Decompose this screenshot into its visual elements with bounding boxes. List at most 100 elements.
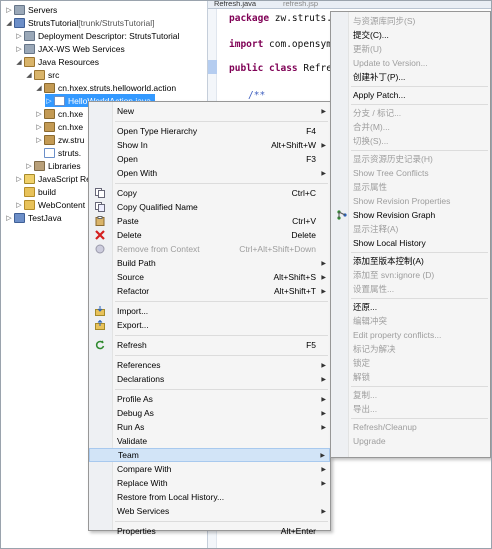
menu-item-open-with[interactable]: Open With ▶ — [89, 166, 330, 180]
expand-arrow-icon[interactable]: ▷ — [5, 6, 13, 14]
menu-item-item[interactable]: 设置属性... — [331, 282, 490, 296]
menu-item-item[interactable]: 还原... — [331, 300, 490, 314]
menu-item-debug-as[interactable]: Debug As ▶ — [89, 406, 330, 420]
code-line-import[interactable]: import com.opensymp — [229, 39, 338, 50]
menu-item-item[interactable]: 导出... — [331, 402, 490, 416]
menu-item-item[interactable]: 编辑冲突 — [331, 314, 490, 328]
menu-item-properties[interactable]: Properties Alt+Enter — [89, 524, 330, 538]
tab-refresh-jsp[interactable]: refresh.jsp — [283, 1, 318, 8]
expand-arrow-icon[interactable]: ▷ — [15, 175, 23, 183]
menu-item-label: Delete — [117, 230, 142, 240]
menu-item-item[interactable]: 锁定 — [331, 356, 490, 370]
submenu-arrow-icon: ▶ — [321, 376, 326, 383]
menu-item-replace-with[interactable]: Replace With ▶ — [89, 476, 330, 490]
expand-arrow-icon[interactable]: ▷ — [35, 123, 43, 131]
menu-item-paste[interactable]: Paste Ctrl+V — [89, 214, 330, 228]
tree-item-build[interactable]: build — [15, 185, 56, 198]
tree-item-src[interactable]: ◢ src — [25, 68, 59, 81]
menu-item-open[interactable]: Open F3 — [89, 152, 330, 166]
menu-item-h[interactable]: 显示资源历史记录(H) — [331, 152, 490, 166]
expand-arrow-icon[interactable]: ▷ — [15, 201, 23, 209]
menu-item-upgrade[interactable]: Upgrade — [331, 434, 490, 448]
tree-item-package-2[interactable]: ▷ cn.hxe — [35, 107, 83, 120]
menu-item-source[interactable]: Source Alt+Shift+S ▶ — [89, 270, 330, 284]
tree-item-strutstutorial[interactable]: ◢ StrutsTutorial [trunk/StrutsTutorial] — [5, 16, 154, 29]
menu-item-build-path[interactable]: Build Path ▶ — [89, 256, 330, 270]
tree-item-webcontent[interactable]: ▷ WebContent — [15, 198, 85, 211]
menu-item-a[interactable]: 添加至版本控制(A) — [331, 254, 490, 268]
menu-item-p[interactable]: 创建补丁(P)... — [331, 70, 490, 84]
menu-item-update-to-version[interactable]: Update to Version... — [331, 56, 490, 70]
menu-item-profile-as[interactable]: Profile As ▶ — [89, 392, 330, 406]
package-icon — [44, 134, 55, 145]
menu-item-s[interactable]: 与资源库同步(S) — [331, 14, 490, 28]
expand-arrow-icon[interactable]: ▷ — [5, 214, 13, 222]
expand-arrow-icon[interactable]: ▷ — [15, 45, 23, 53]
menu-item-show-in[interactable]: Show In Alt+Shift+W ▶ — [89, 138, 330, 152]
collapse-arrow-icon[interactable]: ◢ — [35, 84, 43, 92]
menu-item-restore-from-local-history[interactable]: Restore from Local History... — [89, 490, 330, 504]
menu-item-refactor[interactable]: Refactor Alt+Shift+T ▶ — [89, 284, 330, 298]
menu-item-m[interactable]: 合并(M)... — [331, 120, 490, 134]
menu-item-compare-with[interactable]: Compare With ▶ — [89, 462, 330, 476]
menu-item-svn-ignore-d[interactable]: 添加至 svn:ignore (D) — [331, 268, 490, 282]
menu-item-s[interactable]: 切换(S)... — [331, 134, 490, 148]
menu-item-item[interactable]: 显示属性 — [331, 180, 490, 194]
menu-item-item[interactable]: 复制... — [331, 388, 490, 402]
menu-item-apply-patch[interactable]: Apply Patch... — [331, 88, 490, 102]
menu-item-copy[interactable]: Copy Ctrl+C — [89, 186, 330, 200]
tree-item-struts-xml[interactable]: struts. — [35, 146, 81, 159]
expand-arrow-icon[interactable]: ▷ — [25, 162, 33, 170]
menu-item-show-revision-graph[interactable]: Show Revision Graph — [331, 208, 490, 222]
menu-item-item[interactable]: 标记为解决 — [331, 342, 490, 356]
menu-item-team[interactable]: Team ▶ — [89, 448, 330, 462]
menu-item-references[interactable]: References ▶ — [89, 358, 330, 372]
code-line-comment[interactable]: /** — [248, 90, 265, 101]
tree-item-deployment-descriptor[interactable]: ▷ Deployment Descriptor: StrutsTutorial — [15, 29, 179, 42]
tab-refresh-java[interactable]: Refresh.java — [214, 1, 256, 8]
current-line-marker — [208, 60, 217, 74]
menu-item-declarations[interactable]: Declarations ▶ — [89, 372, 330, 386]
menu-item-label: Team — [118, 450, 139, 460]
tree-item-javascript[interactable]: ▷ JavaScript Re — [15, 172, 91, 185]
menu-item-remove-from-context[interactable]: Remove from Context Ctrl+Alt+Shift+Down — [89, 242, 330, 256]
tree-item-libraries[interactable]: ▷ Libraries — [25, 159, 81, 172]
menu-item-edit-property-conflicts[interactable]: Edit property conflicts... — [331, 328, 490, 342]
tree-item-package-action[interactable]: ◢ cn.hxex.struts.helloworld.action — [35, 81, 176, 94]
collapse-arrow-icon[interactable]: ◢ — [25, 71, 33, 79]
menu-item-run-as[interactable]: Run As ▶ — [89, 420, 330, 434]
menu-item-export[interactable]: Export... — [89, 318, 330, 332]
expand-arrow-icon[interactable]: ▷ — [45, 97, 53, 105]
menu-item-item[interactable]: 分支 / 标记... — [331, 106, 490, 120]
tree-item-package-3[interactable]: ▷ cn.hxe — [35, 120, 83, 133]
menu-item-show-local-history[interactable]: Show Local History — [331, 236, 490, 250]
tree-item-java-resources[interactable]: ◢ Java Resources — [15, 55, 99, 68]
expand-arrow-icon[interactable]: ▷ — [35, 136, 43, 144]
menu-item-item[interactable]: 解锁 — [331, 370, 490, 384]
menu-item-refresh-cleanup[interactable]: Refresh/Cleanup — [331, 420, 490, 434]
expand-arrow-icon[interactable]: ▷ — [35, 110, 43, 118]
menu-item-refresh[interactable]: Refresh F5 — [89, 338, 330, 352]
collapse-arrow-icon[interactable]: ◢ — [15, 58, 23, 66]
menu-item-new[interactable]: New ▶ — [89, 104, 330, 118]
menu-item-delete[interactable]: Delete Delete — [89, 228, 330, 242]
collapse-arrow-icon[interactable]: ◢ — [5, 19, 13, 27]
menu-item-open-type-hierarchy[interactable]: Open Type Hierarchy F4 — [89, 124, 330, 138]
menu-item-c[interactable]: 提交(C)... — [331, 28, 490, 42]
menu-item-validate[interactable]: Validate — [89, 434, 330, 448]
code-line-class[interactable]: public class Refre — [229, 63, 332, 74]
code-line-package[interactable]: package zw.struts.r — [229, 13, 338, 24]
menu-item-a[interactable]: 显示注释(A) — [331, 222, 490, 236]
tree-item-jaxws[interactable]: ▷ JAX-WS Web Services — [15, 42, 125, 55]
menu-item-import[interactable]: Import... — [89, 304, 330, 318]
menu-item-u[interactable]: 更新(U) — [331, 42, 490, 56]
menu-item-label: Update to Version... — [353, 58, 428, 68]
menu-item-web-services[interactable]: Web Services ▶ — [89, 504, 330, 518]
tree-item-testjava[interactable]: ▷ TestJava — [5, 211, 62, 224]
menu-item-copy-qualified-name[interactable]: Copy Qualified Name — [89, 200, 330, 214]
menu-item-show-tree-conflicts[interactable]: Show Tree Conflicts — [331, 166, 490, 180]
expand-arrow-icon[interactable]: ▷ — [15, 32, 23, 40]
tree-item-package-4[interactable]: ▷ zw.stru — [35, 133, 84, 146]
menu-item-show-revision-properties[interactable]: Show Revision Properties — [331, 194, 490, 208]
tree-item-servers[interactable]: ▷ Servers — [5, 3, 57, 16]
